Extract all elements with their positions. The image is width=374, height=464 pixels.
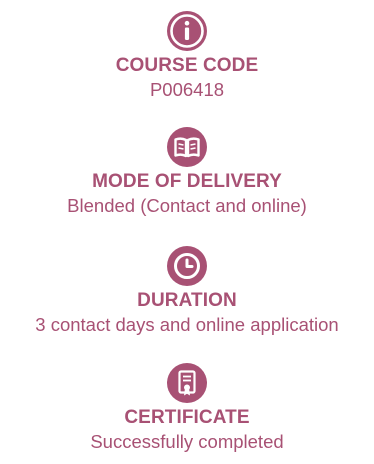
course-details-panel: COURSE CODE P006418 MODE OF DELIVERY Ble… xyxy=(0,0,374,464)
certificate-icon xyxy=(166,362,208,404)
duration-section: DURATION 3 contact days and online appli… xyxy=(0,245,374,336)
certificate-value: Successfully completed xyxy=(90,431,284,452)
book-icon xyxy=(166,126,208,168)
clock-icon xyxy=(166,245,208,287)
course-code-value: P006418 xyxy=(149,79,225,100)
mode-of-delivery-label: MODE OF DELIVERY xyxy=(92,171,282,192)
duration-label: DURATION xyxy=(137,290,237,311)
certificate-section: CERTIFICATE Successfully completed xyxy=(0,362,374,453)
duration-value: 3 contact days and online application xyxy=(35,314,339,335)
course-code-label: COURSE CODE xyxy=(115,55,259,76)
certificate-label: CERTIFICATE xyxy=(124,407,250,428)
course-code-section: COURSE CODE P006418 xyxy=(0,10,374,101)
info-icon xyxy=(166,10,208,52)
mode-of-delivery-value: Blended (Contact and online) xyxy=(67,195,307,216)
mode-of-delivery-section: MODE OF DELIVERY Blended (Contact and on… xyxy=(0,126,374,217)
